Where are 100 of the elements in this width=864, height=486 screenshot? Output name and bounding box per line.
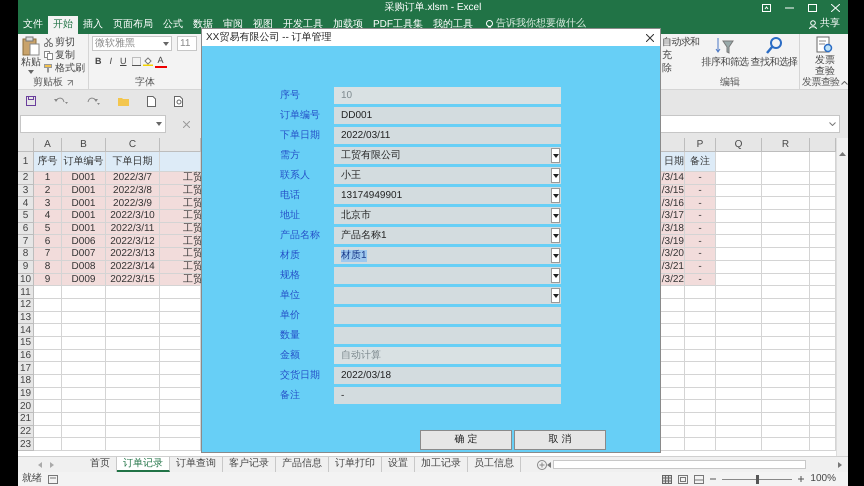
macro-record-icon[interactable] [48, 474, 58, 484]
ribbon-tab[interactable]: 插入 [78, 16, 108, 34]
toolbar-button[interactable]: 格式刷 [44, 62, 85, 75]
toolbar-button[interactable]: 充 [662, 49, 700, 62]
vertical-scrollbar[interactable] [836, 138, 848, 456]
row-header[interactable]: 3 [18, 184, 34, 198]
sort-filter-button[interactable]: 排序和筛选 [702, 36, 749, 77]
row-header[interactable]: 13 [18, 312, 34, 324]
ribbon-options-icon[interactable] [762, 4, 772, 12]
row-header[interactable]: 21 [18, 413, 34, 426]
caret-icon[interactable] [163, 42, 169, 46]
search-field[interactable]: 告诉我你想要做什么 [496, 18, 636, 30]
bold-button[interactable]: B [92, 56, 104, 67]
row-header[interactable]: 11 [18, 286, 34, 299]
input-field[interactable]: 2022/03/18 [334, 367, 561, 384]
print-preview-icon[interactable] [174, 96, 184, 106]
row-header[interactable]: 6 [18, 222, 34, 236]
paste-button[interactable]: 粘贴 [21, 36, 41, 77]
scroll-up-icon[interactable] [839, 152, 846, 156]
sheet-tab[interactable]: 订单记录 [117, 457, 170, 472]
collapse-icon[interactable] [840, 81, 848, 85]
row-header[interactable]: 4 [18, 197, 34, 210]
redo-icon[interactable] [86, 96, 100, 106]
ribbon-tab[interactable]: 页面布局 [108, 16, 158, 34]
dropdown-button[interactable] [551, 268, 560, 283]
dropdown-field[interactable]: 产品名称1 [334, 227, 561, 244]
row-header[interactable]: 20 [18, 400, 34, 414]
font-name-field[interactable]: 微软雅黑 [92, 36, 172, 51]
input-field[interactable] [334, 327, 561, 344]
ribbon-tab[interactable]: 开始 [48, 16, 78, 34]
input-field[interactable]: DD001 [334, 107, 561, 124]
underline-button[interactable]: U [117, 56, 130, 67]
dropdown-field[interactable]: 小王 [334, 167, 561, 184]
slider-thumb[interactable] [756, 474, 759, 484]
row-header[interactable]: 5 [18, 210, 34, 223]
normal-view-icon[interactable] [662, 474, 672, 484]
dropdown-field[interactable] [334, 267, 561, 284]
row-header[interactable]: 16 [18, 350, 34, 362]
scroll-left-icon[interactable] [547, 462, 551, 468]
dropdown-button[interactable] [551, 148, 560, 163]
row-header[interactable]: 9 [18, 260, 34, 274]
row-header[interactable]: 17 [18, 362, 34, 375]
row-header[interactable]: 22 [18, 426, 34, 438]
toolbar-button[interactable]: 复制 [44, 49, 85, 62]
row-header[interactable]: 15 [18, 336, 34, 350]
input-field[interactable]: 2022/03/11 [334, 127, 561, 144]
ribbon-tab[interactable]: 公式 [158, 16, 188, 34]
fill-color-icon[interactable] [142, 56, 153, 66]
column-header[interactable]: P [685, 138, 716, 152]
ribbon-tab[interactable]: 文件 [18, 16, 48, 34]
input-field[interactable] [334, 307, 561, 324]
input-field[interactable]: - [334, 387, 561, 404]
dropdown-button[interactable] [551, 228, 560, 243]
save-icon[interactable] [26, 96, 36, 106]
dropdown-button[interactable] [551, 208, 560, 223]
dropdown-button[interactable] [551, 288, 560, 303]
toolbar-button[interactable]: 剪切 [44, 36, 85, 49]
toolbar-button[interactable]: 除 [662, 62, 700, 75]
cancel-icon[interactable] [183, 120, 190, 128]
add-sheet-icon[interactable] [537, 460, 547, 470]
undo-icon[interactable] [54, 96, 68, 106]
scroll-right-icon[interactable] [838, 462, 842, 468]
dialog-launcher-icon[interactable] [67, 80, 73, 86]
column-header[interactable]: R [762, 138, 810, 152]
font-size-field[interactable]: 11 [177, 36, 197, 51]
dropdown-button[interactable] [551, 248, 560, 263]
row-header[interactable]: 19 [18, 388, 34, 400]
formula-field[interactable] [660, 115, 840, 133]
dropdown-field[interactable]: 13174949901 [334, 187, 561, 204]
column-header[interactable]: A [34, 138, 62, 152]
dropdown-field[interactable]: 北京市 [334, 207, 561, 224]
share-button[interactable]: 共享 [801, 16, 848, 30]
column-header[interactable]: C [106, 138, 160, 152]
toolbar-button[interactable]: 自动求和 [662, 36, 700, 49]
font-color-button[interactable]: A [154, 55, 167, 68]
row-header[interactable]: 8 [18, 248, 34, 261]
zoom-level[interactable]: 100% [810, 473, 836, 485]
column-header[interactable]: Q [716, 138, 762, 152]
find-select-button[interactable]: 查找和选择 [750, 36, 798, 77]
row-header[interactable]: 12 [18, 298, 34, 312]
row-header[interactable]: 14 [18, 324, 34, 337]
dropdown-button[interactable] [551, 168, 560, 183]
zoom-out-icon[interactable] [710, 476, 716, 482]
dropdown-field[interactable]: 工贸有限公司 [334, 147, 561, 164]
dropdown-field[interactable]: 材质1 [334, 247, 561, 264]
confirm-button[interactable]: 确 定 [420, 430, 512, 450]
invoice-check-button[interactable]: 发票查验 [814, 36, 836, 77]
page-break-icon[interactable] [694, 474, 704, 484]
caret-icon[interactable] [156, 122, 162, 126]
zoom-in-icon[interactable] [798, 476, 804, 482]
row-header[interactable]: 1 [18, 152, 34, 172]
row-header[interactable]: 10 [18, 274, 34, 286]
dropdown-field[interactable] [334, 287, 561, 304]
row-header[interactable]: 2 [18, 172, 34, 185]
close-icon[interactable] [646, 34, 654, 42]
row-header[interactable]: 23 [18, 438, 34, 452]
dropdown-button[interactable] [551, 188, 560, 203]
expand-icon[interactable] [829, 122, 836, 126]
scrollbar-thumb[interactable] [553, 460, 806, 469]
italic-button[interactable]: I [106, 56, 116, 67]
